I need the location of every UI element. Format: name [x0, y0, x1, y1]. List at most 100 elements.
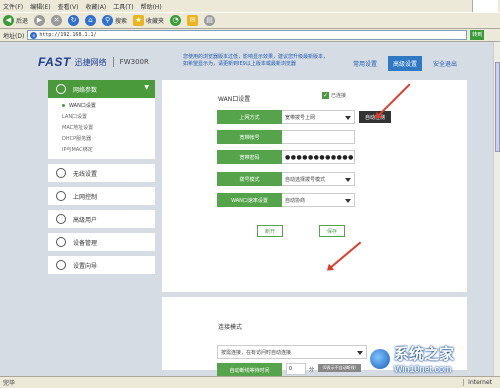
- sidebar-group-advanced-user: 高级用户: [48, 210, 155, 228]
- url-text: http://192.168.1.1/: [39, 32, 97, 38]
- back-arrow-icon: ◀: [3, 15, 14, 26]
- sidebar-item-device[interactable]: 设备管理: [48, 233, 155, 251]
- windows-logo-icon: [472, 0, 498, 12]
- wan-enable-checkbox[interactable]: ✓ 已连接: [322, 92, 346, 99]
- history-button[interactable]: ◔: [170, 15, 182, 26]
- device-icon: [56, 237, 66, 247]
- sidebar-submenu: WAN口设置 LAN口设置 MAC地址设置 DHCP服务器 IP与MAC绑定: [48, 98, 155, 159]
- wan-save-button[interactable]: 保存: [319, 225, 345, 237]
- wan-speed-row: WAN口速率设置 自动协商: [217, 193, 355, 207]
- disconnect-button[interactable]: 断开: [257, 225, 283, 237]
- page-icon: e: [30, 31, 38, 39]
- menu-tools[interactable]: 工具(T): [113, 2, 133, 11]
- url-input[interactable]: e http://192.168.1.1/: [27, 30, 468, 40]
- browser-menubar: 文件(F) 编辑(E) 查看(V) 收藏(A) 工具(T) 帮助(H): [0, 0, 500, 12]
- refresh-button[interactable]: ↻: [68, 15, 80, 26]
- vertical-scrollbar[interactable]: [493, 42, 500, 376]
- sidebar-group-network: 网络参数 ▼ WAN口设置 LAN口设置 MAC地址设置 DHCP服务器 IP与…: [48, 80, 155, 159]
- sidebar-group-control: 上网控制: [48, 187, 155, 205]
- sidebar-group-wizard: 设置向导: [48, 256, 155, 274]
- account-input[interactable]: [282, 130, 355, 144]
- main-panel: WAN口设置 ✓已连接 上网方式 宽带拨号上网 自动检测 宽带帐号 宽带密码 ●…: [162, 80, 467, 376]
- router-header: FAST 迅捷网络 FW300R 您使用的浏览器版本过低，影响显示效果，建议您升…: [38, 50, 468, 74]
- back-button[interactable]: ◀ 后退: [3, 15, 28, 26]
- watermark-logo-icon: [370, 348, 390, 369]
- password-row: 宽带密码 ●●●●●●●●●●●●: [217, 150, 355, 164]
- dial-mode-row: 拨号模式 自动选择拨号模式: [217, 172, 355, 186]
- section-divider: [162, 292, 467, 297]
- mail-icon: ✉: [187, 15, 199, 26]
- sidebar-item-wizard[interactable]: 设置向导: [48, 256, 155, 274]
- sidebar-subitem-wan[interactable]: WAN口设置: [48, 100, 155, 111]
- sidebar-item-control[interactable]: 上网控制: [48, 187, 155, 205]
- connect-mode-row: 按需连接，在有访问时自动连接: [217, 345, 367, 359]
- sidebar-item-wireless[interactable]: 无线设置: [48, 164, 155, 182]
- model-name: FW300R: [119, 58, 149, 66]
- sidebar: 网络参数 ▼ WAN口设置 LAN口设置 MAC地址设置 DHCP服务器 IP与…: [48, 80, 155, 279]
- status-bar: 完毕 Internet: [0, 376, 500, 388]
- forward-button[interactable]: ▶: [34, 15, 46, 26]
- sidebar-subitem-dhcp[interactable]: DHCP服务器: [48, 133, 155, 144]
- sidebar-subitem-lan[interactable]: LAN口设置: [48, 111, 155, 122]
- history-icon: ◔: [170, 15, 182, 26]
- nav-advanced-settings[interactable]: 高级设置: [387, 56, 422, 71]
- wan-type-select[interactable]: 宽带拨号上网: [282, 110, 355, 124]
- active-dot-icon: [62, 104, 65, 107]
- home-icon: ⌂: [85, 15, 97, 26]
- check-icon: ✓: [322, 92, 329, 99]
- connect-mode-select[interactable]: 按需连接，在有访问时自动连接: [217, 345, 367, 359]
- browser-notice: 您使用的浏览器版本过低，影响显示效果，建议您升级最新版本，如希望显示为，请更新到…: [183, 54, 329, 67]
- password-input[interactable]: ●●●●●●●●●●●●: [282, 150, 355, 164]
- user-icon: [56, 214, 66, 224]
- top-nav: 常用设置 高级设置 安全退出: [348, 56, 462, 71]
- router-page: FAST 迅捷网络 FW300R 您使用的浏览器版本过低，影响显示效果，建议您升…: [0, 42, 493, 376]
- menu-favorites[interactable]: 收藏(A): [85, 2, 106, 11]
- sidebar-subitem-ipmac[interactable]: IP与MAC绑定: [48, 144, 155, 155]
- stop-button[interactable]: ✕: [51, 15, 63, 26]
- browser-toolbar: ◀ 后退 ▶ ✕ ↻ ⌂ ⚲ 搜索 ★ 收藏夹 ◔ ✉ ▤: [0, 12, 500, 29]
- scroll-thumb[interactable]: [495, 62, 500, 152]
- address-bar: 地址(D) e http://192.168.1.1/ 转到: [0, 29, 500, 42]
- menu-edit[interactable]: 编辑(E): [30, 2, 50, 11]
- brand-name: 迅捷网络: [74, 57, 107, 67]
- stop-icon: ✕: [51, 15, 63, 26]
- idle-unit: 分: [309, 367, 315, 373]
- menu-help[interactable]: 帮助(H): [141, 2, 162, 11]
- favorites-button[interactable]: ★ 收藏夹: [133, 15, 164, 26]
- wifi-icon: [56, 168, 66, 178]
- sidebar-item-network[interactable]: 网络参数 ▼: [48, 80, 155, 98]
- idle-time-input[interactable]: 0: [286, 363, 306, 375]
- watermark-cn: 系统之家: [394, 346, 455, 363]
- menu-file[interactable]: 文件(F): [3, 2, 23, 11]
- watermark: 系统之家 Win10net.com: [370, 343, 454, 374]
- wan-speed-select[interactable]: 自动协商: [282, 193, 355, 207]
- go-button[interactable]: 转到: [470, 30, 485, 40]
- wizard-icon: [56, 260, 66, 270]
- sidebar-item-advanced-user[interactable]: 高级用户: [48, 210, 155, 228]
- dial-mode-select[interactable]: 自动选择拨号模式: [282, 172, 355, 186]
- search-button[interactable]: ⚲ 搜索: [102, 15, 127, 26]
- menu-view[interactable]: 查看(V): [58, 2, 79, 11]
- status-zone: Internet: [463, 379, 496, 386]
- connect-section-title: 连接模式: [218, 324, 243, 331]
- wan-type-row: 上网方式 宽带拨号上网 自动检测: [217, 110, 392, 124]
- sidebar-group-wireless: 无线设置: [48, 164, 155, 182]
- brand-logo: FAST: [38, 55, 71, 69]
- mail-button[interactable]: ✉: [187, 15, 199, 26]
- account-row: 宽带帐号: [217, 130, 355, 144]
- search-icon: ⚲: [102, 15, 114, 26]
- nav-logout[interactable]: 安全退出: [428, 56, 462, 71]
- watermark-url: Win10net.com: [394, 364, 452, 374]
- print-button[interactable]: ▤: [204, 15, 216, 26]
- home-button[interactable]: ⌂: [85, 15, 97, 26]
- print-icon: ▤: [204, 15, 216, 26]
- address-label: 地址(D): [3, 32, 25, 40]
- status-text: 完毕: [3, 380, 16, 387]
- globe-icon: [56, 84, 66, 94]
- nav-common-settings[interactable]: 常用设置: [348, 56, 382, 71]
- wan-section-title: WAN口设置: [218, 96, 251, 103]
- forward-arrow-icon: ▶: [34, 15, 46, 26]
- logo-divider: [112, 57, 114, 67]
- sidebar-subitem-mac[interactable]: MAC地址设置: [48, 122, 155, 133]
- star-icon: ★: [133, 15, 145, 26]
